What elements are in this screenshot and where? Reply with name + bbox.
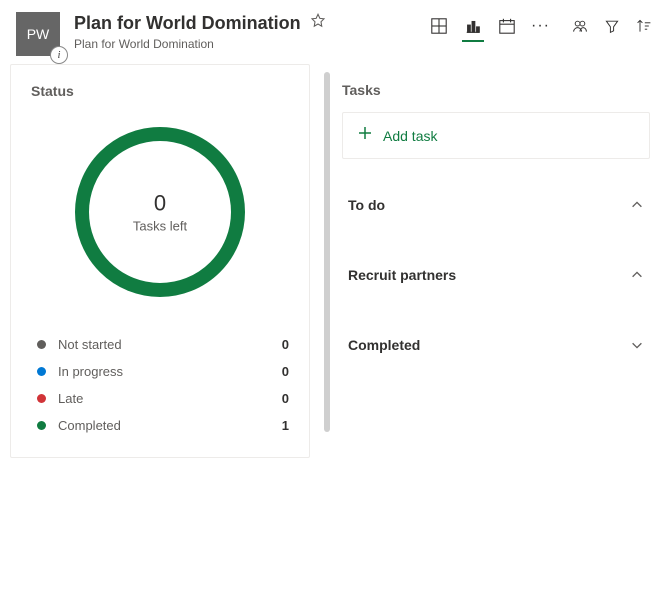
legend-label: Not started (58, 337, 282, 352)
more-icon[interactable]: ··· (531, 17, 550, 35)
project-initials: PW (27, 26, 50, 42)
legend-row: Completed 1 (37, 418, 289, 433)
status-card: Status 0 Tasks left Not started 0 In pro… (10, 64, 310, 458)
tasks-left-label: Tasks left (133, 219, 187, 234)
tasks-heading: Tasks (342, 82, 650, 98)
bucket-name: Recruit partners (348, 267, 456, 283)
status-heading: Status (31, 83, 289, 99)
right-toolbar (570, 16, 654, 36)
legend-row: Late 0 (37, 391, 289, 406)
project-badge: PW i (16, 12, 60, 56)
legend-dot-icon (37, 367, 46, 376)
donut-center: 0 Tasks left (133, 191, 187, 234)
grid-view-icon[interactable] (429, 16, 449, 36)
legend-row: Not started 0 (37, 337, 289, 352)
legend-label: Late (58, 391, 282, 406)
filter-icon[interactable] (602, 16, 622, 36)
members-icon[interactable] (570, 16, 590, 36)
title-row: Plan for World Domination (74, 12, 415, 35)
favorite-star-icon[interactable] (309, 12, 327, 35)
calendar-view-icon[interactable] (497, 16, 517, 36)
sort-icon[interactable] (634, 16, 654, 36)
status-legend: Not started 0 In progress 0 Late 0 Compl… (31, 337, 289, 433)
view-switcher: ··· (429, 16, 550, 36)
legend-label: Completed (58, 418, 282, 433)
legend-value: 0 (282, 364, 289, 379)
bucket-row[interactable]: Recruit partners (342, 249, 650, 301)
legend-value: 1 (282, 418, 289, 433)
bucket-name: Completed (348, 337, 420, 353)
chevron-down-icon (630, 338, 644, 352)
donut-chart: 0 Tasks left (31, 127, 289, 297)
main-content: Status 0 Tasks left Not started 0 In pro… (0, 64, 670, 458)
chart-view-icon[interactable] (463, 16, 483, 36)
legend-label: In progress (58, 364, 282, 379)
page-title: Plan for World Domination (74, 13, 301, 34)
header: PW i Plan for World Domination Plan for … (0, 0, 670, 64)
legend-row: In progress 0 (37, 364, 289, 379)
plus-icon (357, 125, 373, 146)
add-task-button[interactable]: Add task (342, 112, 650, 159)
column-scrollbar[interactable] (324, 72, 330, 432)
tasks-column: Tasks Add task To do Recruit partners Co… (338, 64, 660, 458)
legend-dot-icon (37, 340, 46, 349)
tasks-left-value: 0 (133, 191, 187, 217)
bucket-row[interactable]: To do (342, 179, 650, 231)
legend-dot-icon (37, 421, 46, 430)
legend-dot-icon (37, 394, 46, 403)
legend-value: 0 (282, 337, 289, 352)
legend-value: 0 (282, 391, 289, 406)
title-block: Plan for World Domination Plan for World… (74, 12, 415, 51)
chevron-up-icon (630, 268, 644, 282)
info-icon[interactable]: i (50, 46, 68, 64)
bucket-name: To do (348, 197, 385, 213)
chevron-up-icon (630, 198, 644, 212)
add-task-label: Add task (383, 128, 437, 144)
bucket-row[interactable]: Completed (342, 319, 650, 371)
page-subtitle: Plan for World Domination (74, 37, 415, 51)
